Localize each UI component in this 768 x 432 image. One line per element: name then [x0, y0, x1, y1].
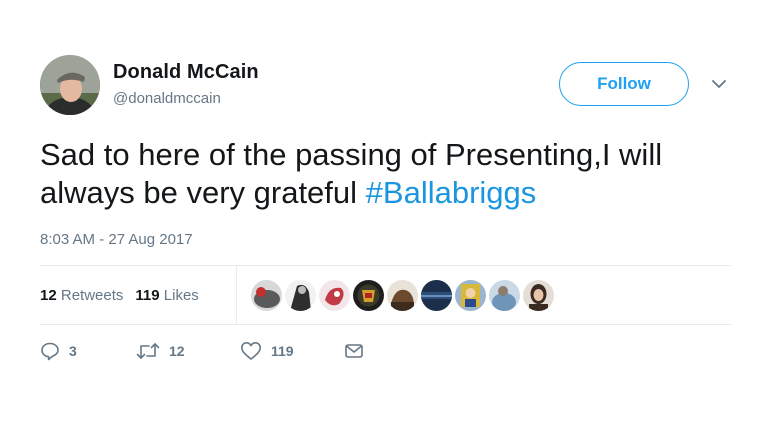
heart-icon: [241, 342, 261, 360]
divider-bottom: [40, 324, 731, 325]
tweet-text-line-2: always be very grateful #Ballabriggs: [40, 174, 740, 212]
tweet-text-line-1: Sad to here of the passing of Presenting…: [40, 137, 663, 172]
tweet-actions: 3 12 119: [40, 341, 364, 361]
divider-vertical: [236, 266, 237, 324]
likes-count: 119: [135, 287, 160, 304]
likes-stat[interactable]: 119 Likes: [135, 287, 198, 304]
liker-avatars: [251, 280, 554, 311]
reply-button[interactable]: 3: [40, 341, 136, 361]
engagement-stats: 12 Retweets 119 Likes: [40, 287, 199, 304]
like-count: 119: [271, 343, 294, 359]
retweets-count: 12: [40, 287, 57, 304]
tweet-text-line-2-prefix: always be very grateful: [40, 175, 366, 210]
tweet-timestamp[interactable]: 8:03 AM - 27 Aug 2017: [40, 231, 193, 248]
retweets-stat[interactable]: 12 Retweets: [40, 287, 123, 304]
hashtag-link[interactable]: #Ballabriggs: [366, 175, 537, 210]
retweet-icon: [136, 343, 160, 359]
retweet-count: 12: [169, 343, 185, 359]
avatar-image: [40, 55, 100, 115]
liker-avatar[interactable]: [489, 280, 520, 311]
retweet-button[interactable]: 12: [136, 341, 240, 361]
liker-avatar[interactable]: [353, 280, 384, 311]
liker-avatar[interactable]: [319, 280, 350, 311]
divider-top: [40, 265, 731, 266]
liker-avatar[interactable]: [455, 280, 486, 311]
chevron-down-icon[interactable]: [709, 76, 729, 92]
envelope-icon: [345, 344, 363, 358]
user-handle[interactable]: @donaldmccain: [113, 90, 221, 107]
display-name[interactable]: Donald McCain: [113, 61, 259, 84]
reply-count: 3: [69, 343, 77, 359]
retweets-label: Retweets: [60, 287, 124, 304]
tweet-card: Donald McCain @donaldmccain Follow Sad t…: [0, 0, 768, 432]
liker-avatar[interactable]: [523, 280, 554, 311]
liker-avatar[interactable]: [421, 280, 452, 311]
liker-avatar[interactable]: [387, 280, 418, 311]
follow-button[interactable]: Follow: [559, 62, 689, 106]
tweet-text: Sad to here of the passing of Presenting…: [40, 136, 740, 212]
likes-label: Likes: [163, 287, 199, 304]
liker-avatar[interactable]: [285, 280, 316, 311]
direct-message-button[interactable]: [344, 342, 364, 360]
like-button[interactable]: 119: [240, 341, 344, 361]
user-avatar[interactable]: [40, 55, 100, 115]
liker-avatar[interactable]: [251, 280, 282, 311]
reply-icon: [41, 342, 59, 361]
